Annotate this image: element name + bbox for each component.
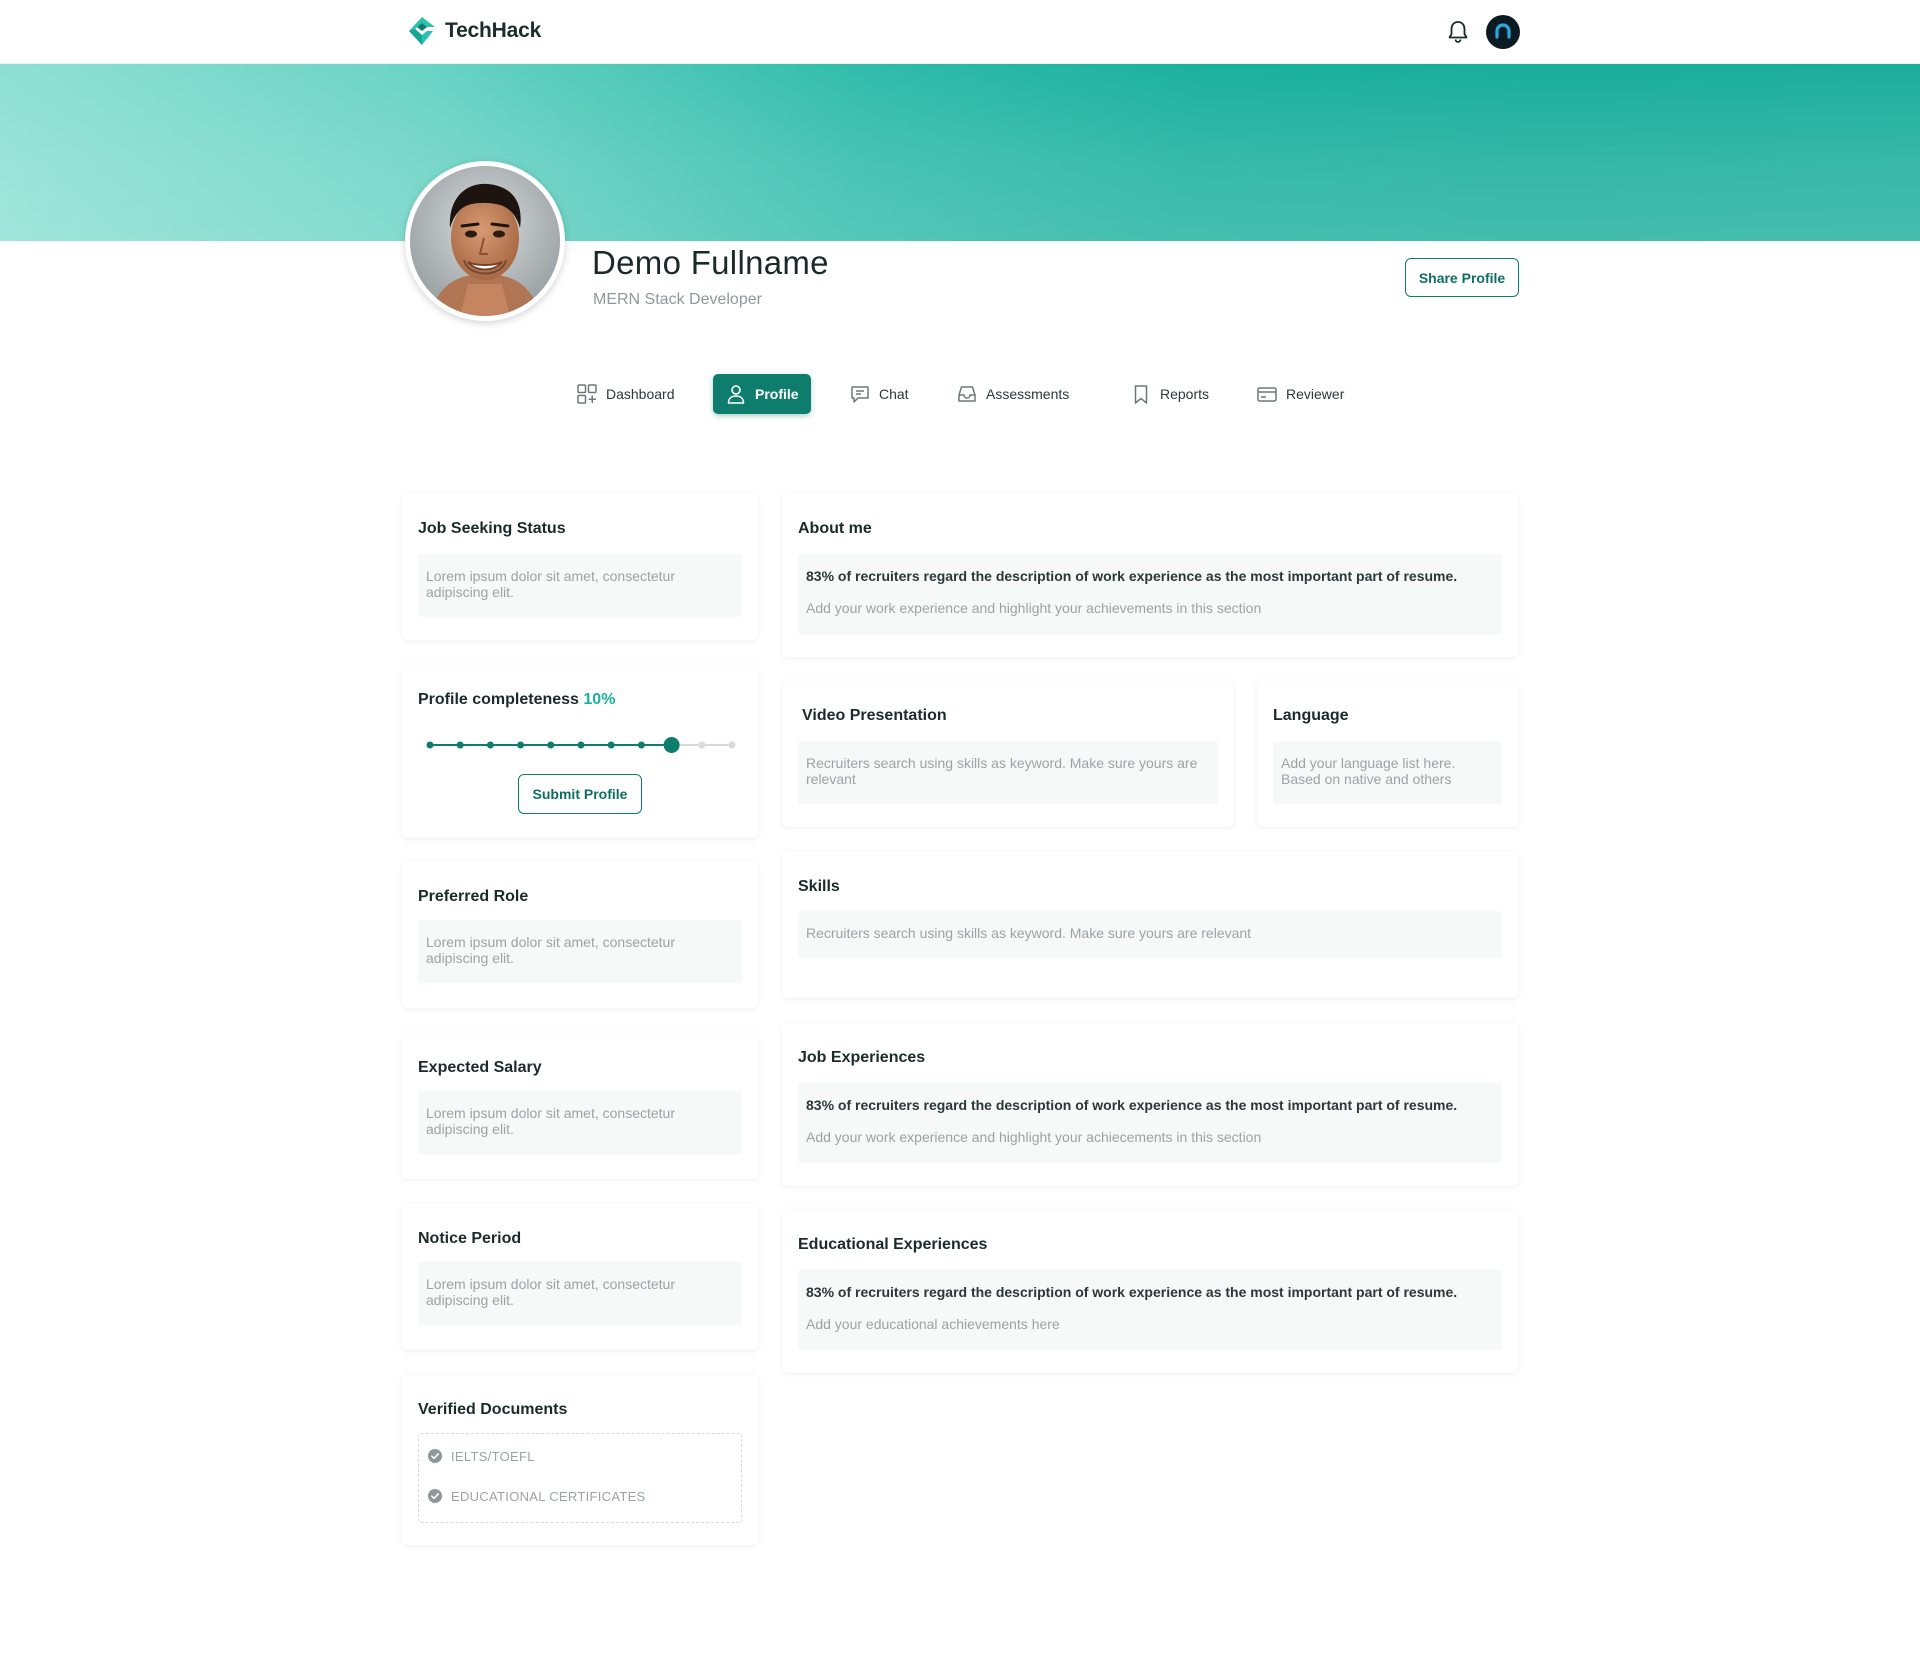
profile-cover-banner (0, 64, 1920, 241)
profile-portrait-image (410, 166, 560, 316)
progress-step (637, 741, 645, 749)
progress-step (577, 741, 585, 749)
check-circle-icon (428, 1489, 442, 1503)
tab-dashboard[interactable]: Dashboard (564, 374, 687, 414)
job-experiences-tip: 83% of recruiters regard the description… (806, 1097, 1458, 1113)
card-title: Job Seeking Status (418, 520, 566, 537)
verified-documents-list: IELTS/TOEFL EDUCATIONAL CERTIFICATES (418, 1433, 742, 1523)
job-experiences-card: Job Experiences 83% of recruiters regard… (782, 1023, 1518, 1186)
profile-job-title: MERN Stack Developer (593, 291, 762, 308)
tab-dashboard-label: Dashboard (606, 386, 675, 402)
profile-full-name: Demo Fullname (592, 244, 829, 281)
language-card: Language Add your language list here. Ba… (1257, 681, 1518, 827)
profile-completeness-label: Profile completeness (418, 691, 579, 708)
about-me-field[interactable]: 83% of recruiters regard the description… (798, 554, 1502, 634)
educational-experiences-placeholder: Add your educational achievements here (806, 1316, 1060, 1332)
progress-step (426, 741, 434, 749)
tab-profile[interactable]: Profile (713, 374, 811, 414)
about-me-tip: 83% of recruiters regard the description… (806, 568, 1458, 584)
progress-step (698, 741, 706, 749)
submit-profile-button[interactable]: Submit Profile (518, 774, 642, 814)
tab-chat[interactable]: Chat (837, 374, 921, 414)
progress-step (517, 741, 525, 749)
chat-icon (851, 386, 869, 403)
expected-salary-card: Expected Salary Lorem ipsum dolor sit am… (402, 1033, 758, 1179)
tab-reports[interactable]: Reports (1118, 374, 1221, 414)
job-experiences-field[interactable]: 83% of recruiters regard the description… (798, 1083, 1502, 1163)
card-title: Educational Experiences (798, 1236, 988, 1253)
skills-card: Skills Recruiters search using skills as… (782, 852, 1518, 998)
video-presentation-field[interactable]: Recruiters search using skills as keywor… (798, 741, 1218, 804)
card-title: Job Experiences (798, 1049, 926, 1066)
brand-logo[interactable]: TechHack (405, 14, 541, 48)
avatar-ring-icon (1495, 23, 1511, 39)
user-icon (727, 385, 745, 404)
profile-completeness-card: Profile completeness 10% Submit Profile (402, 665, 758, 838)
progress-step (456, 741, 464, 749)
preferred-role-card: Preferred Role Lorem ipsum dolor sit ame… (402, 862, 758, 1008)
card-title: Notice Period (418, 1230, 522, 1247)
profile-tabs: Dashboard Profile Chat Assessments Repor… (0, 374, 1920, 414)
verified-documents-card: Verified Documents IELTS/TOEFL EDUCATION… (402, 1375, 758, 1545)
tab-reviewer-label: Reviewer (1286, 386, 1345, 402)
educational-experiences-field[interactable]: 83% of recruiters regard the description… (798, 1270, 1502, 1350)
techhack-logo-icon (409, 17, 435, 45)
notification-bell-icon[interactable] (1444, 18, 1472, 46)
progress-step (547, 741, 555, 749)
about-me-placeholder: Add your work experience and highlight y… (806, 600, 1262, 616)
profile-completeness-progress (426, 737, 736, 753)
job-experiences-placeholder: Add your work experience and highlight y… (806, 1129, 1262, 1145)
brand-name: TechHack (445, 19, 542, 42)
tab-assessments[interactable]: Assessments (944, 374, 1081, 414)
share-profile-button[interactable]: Share Profile (1405, 258, 1519, 297)
card-title: Preferred Role (418, 888, 529, 905)
card-title: Video Presentation (802, 707, 947, 724)
profile-photo[interactable] (405, 161, 565, 321)
tab-chat-label: Chat (879, 386, 909, 402)
progress-current-step (663, 737, 680, 753)
job-seeking-status-card: Job Seeking Status Lorem ipsum dolor sit… (402, 494, 758, 640)
video-presentation-card: Video Presentation Recruiters search usi… (782, 681, 1234, 827)
educational-experiences-card: Educational Experiences 83% of recruiter… (782, 1210, 1518, 1373)
job-seeking-status-field[interactable]: Lorem ipsum dolor sit amet, consectetur … (418, 554, 742, 617)
document-item[interactable]: IELTS/TOEFL (427, 1448, 535, 1464)
skills-field[interactable]: Recruiters search using skills as keywor… (798, 911, 1502, 958)
document-label: EDUCATIONAL CERTIFICATES (451, 1488, 646, 1504)
notice-period-card: Notice Period Lorem ipsum dolor sit amet… (402, 1204, 758, 1350)
inbox-icon (958, 386, 976, 402)
tab-assessments-label: Assessments (986, 386, 1070, 402)
progress-step (486, 741, 494, 749)
top-navbar: TechHack (0, 0, 1920, 64)
check-circle-icon (428, 1449, 442, 1463)
bookmark-icon (1134, 385, 1148, 404)
user-avatar[interactable] (1486, 15, 1520, 49)
card-title: Profile completeness 10% (418, 691, 615, 709)
expected-salary-field[interactable]: Lorem ipsum dolor sit amet, consectetur … (418, 1091, 742, 1154)
document-label: IELTS/TOEFL (451, 1448, 535, 1464)
document-item[interactable]: EDUCATIONAL CERTIFICATES (427, 1488, 646, 1504)
card-title: Verified Documents (418, 1401, 568, 1418)
notice-period-field[interactable]: Lorem ipsum dolor sit amet, consectetur … (418, 1262, 742, 1325)
profile-completeness-percent: 10% (583, 691, 616, 708)
card-title: About me (798, 520, 872, 537)
progress-step (728, 741, 736, 749)
card-title: Language (1273, 707, 1349, 724)
card-icon (1257, 387, 1277, 402)
preferred-role-field[interactable]: Lorem ipsum dolor sit amet, consectetur … (418, 920, 742, 983)
educational-experiences-tip: 83% of recruiters regard the description… (806, 1284, 1458, 1300)
card-title: Expected Salary (418, 1059, 542, 1076)
progress-step (607, 741, 615, 749)
dashboard-icon (577, 384, 597, 404)
tab-profile-label: Profile (755, 386, 799, 402)
tab-reviewer[interactable]: Reviewer (1244, 374, 1356, 414)
tab-reports-label: Reports (1160, 386, 1210, 402)
language-field[interactable]: Add your language list here. Based on na… (1273, 741, 1502, 804)
card-title: Skills (798, 878, 840, 895)
about-me-card: About me 83% of recruiters regard the de… (782, 494, 1518, 657)
